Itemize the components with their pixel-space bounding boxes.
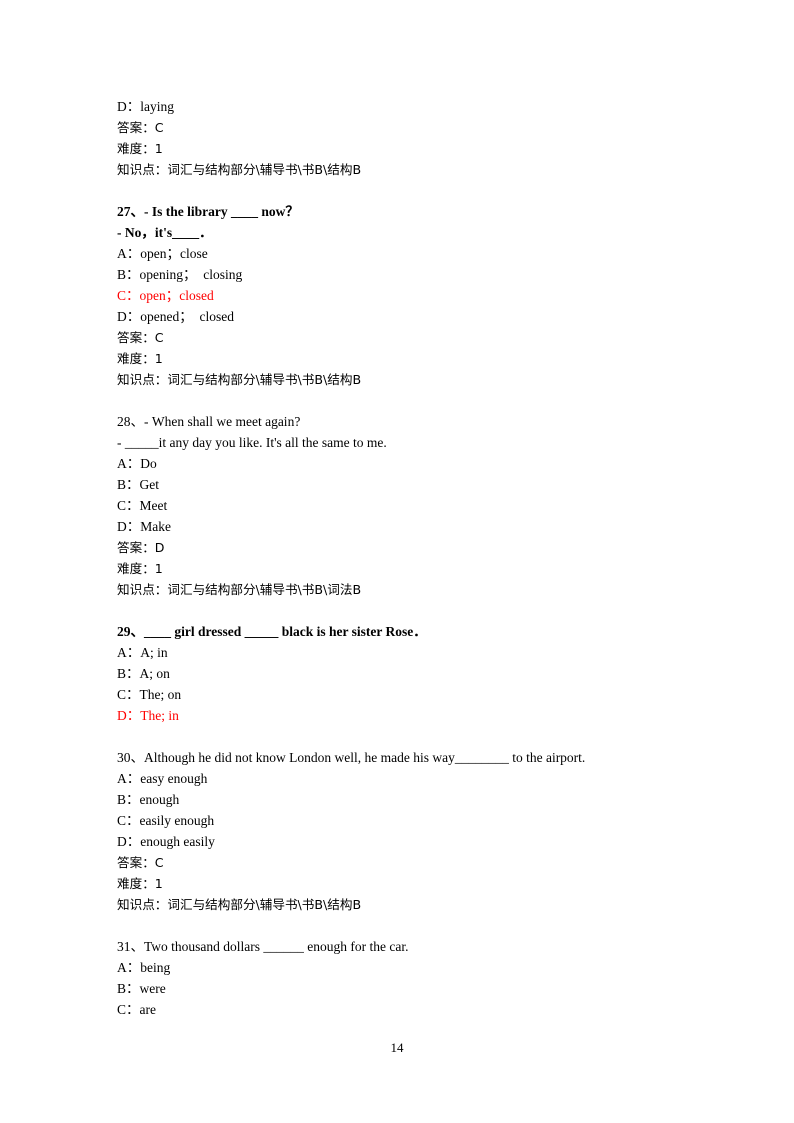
question-31: 31、Two thousand dollars ______ enough fo… — [117, 936, 677, 1020]
option-line: B：A; on — [117, 666, 170, 681]
question-stem: 30、Although he did not know London well,… — [117, 750, 586, 765]
question-stem: 31、Two thousand dollars ______ enough fo… — [117, 939, 409, 954]
option-line: C：open；closed — [117, 288, 214, 303]
option-line: D：opened； closed — [117, 309, 234, 324]
question-30: 30、Although he did not know London well,… — [117, 747, 677, 915]
question-stem: 29、____ girl dressed _____ black is her … — [117, 624, 427, 639]
difficulty-line: 难度：1 — [117, 876, 163, 891]
option-line: C：are — [117, 1002, 156, 1017]
option-line: D：enough easily — [117, 834, 215, 849]
page-content: D：laying 答案：C 难度：1 知识点：词汇与结构部分\辅导书\书B\结构B 27… — [117, 96, 677, 1020]
option-line: B：Get — [117, 477, 159, 492]
question-stem-cont: - _____it any day you like. It's all the… — [117, 435, 387, 450]
difficulty-line: 难度：1 — [117, 141, 163, 156]
question-29: 29、____ girl dressed _____ black is her … — [117, 621, 677, 726]
option-line: D：The; in — [117, 708, 179, 723]
option-line: D：Make — [117, 519, 171, 534]
document-page: D：laying 答案：C 难度：1 知识点：词汇与结构部分\辅导书\书B\结构B 27… — [0, 0, 794, 1123]
question-stem: 27、- Is the library ____ now？ — [117, 204, 299, 219]
option-line: A：Do — [117, 456, 157, 471]
difficulty-line: 难度：1 — [117, 351, 163, 366]
knowledge-point-line: 知识点：词汇与结构部分\辅导书\书B\结构B — [117, 162, 362, 177]
option-line: D：laying — [117, 99, 174, 114]
knowledge-point-line: 知识点：词汇与结构部分\辅导书\书B\结构B — [117, 372, 362, 387]
knowledge-point-line: 知识点：词汇与结构部分\辅导书\书B\词法B — [117, 582, 362, 597]
option-line: B：enough — [117, 792, 180, 807]
answer-line: 答案：C — [117, 330, 164, 345]
difficulty-line: 难度：1 — [117, 561, 163, 576]
question-27: 27、- Is the library ____ now？ - No，it's__… — [117, 201, 677, 390]
option-line: A：open；close — [117, 246, 208, 261]
question-stem: 28、- When shall we meet again? — [117, 414, 301, 429]
knowledge-point-line: 知识点：词汇与结构部分\辅导书\书B\结构B — [117, 897, 362, 912]
option-line: B：opening； closing — [117, 267, 243, 282]
answer-line: 答案：C — [117, 855, 164, 870]
option-line: A：A; in — [117, 645, 168, 660]
option-line: C：The; on — [117, 687, 182, 702]
option-line: A：easy enough — [117, 771, 208, 786]
question-stem-cont: - No，it's____． — [117, 225, 213, 240]
option-line: C：easily enough — [117, 813, 215, 828]
option-line: A：being — [117, 960, 171, 975]
answer-line: 答案：D — [117, 540, 165, 555]
option-line: B：were — [117, 981, 166, 996]
answer-line: 答案：C — [117, 120, 164, 135]
question-28: 28、- When shall we meet again? - _____it … — [117, 411, 677, 600]
carryover-question: D：laying 答案：C 难度：1 知识点：词汇与结构部分\辅导书\书B\结构B — [117, 96, 677, 180]
option-line: C：Meet — [117, 498, 168, 513]
page-number: 14 — [390, 1040, 404, 1055]
